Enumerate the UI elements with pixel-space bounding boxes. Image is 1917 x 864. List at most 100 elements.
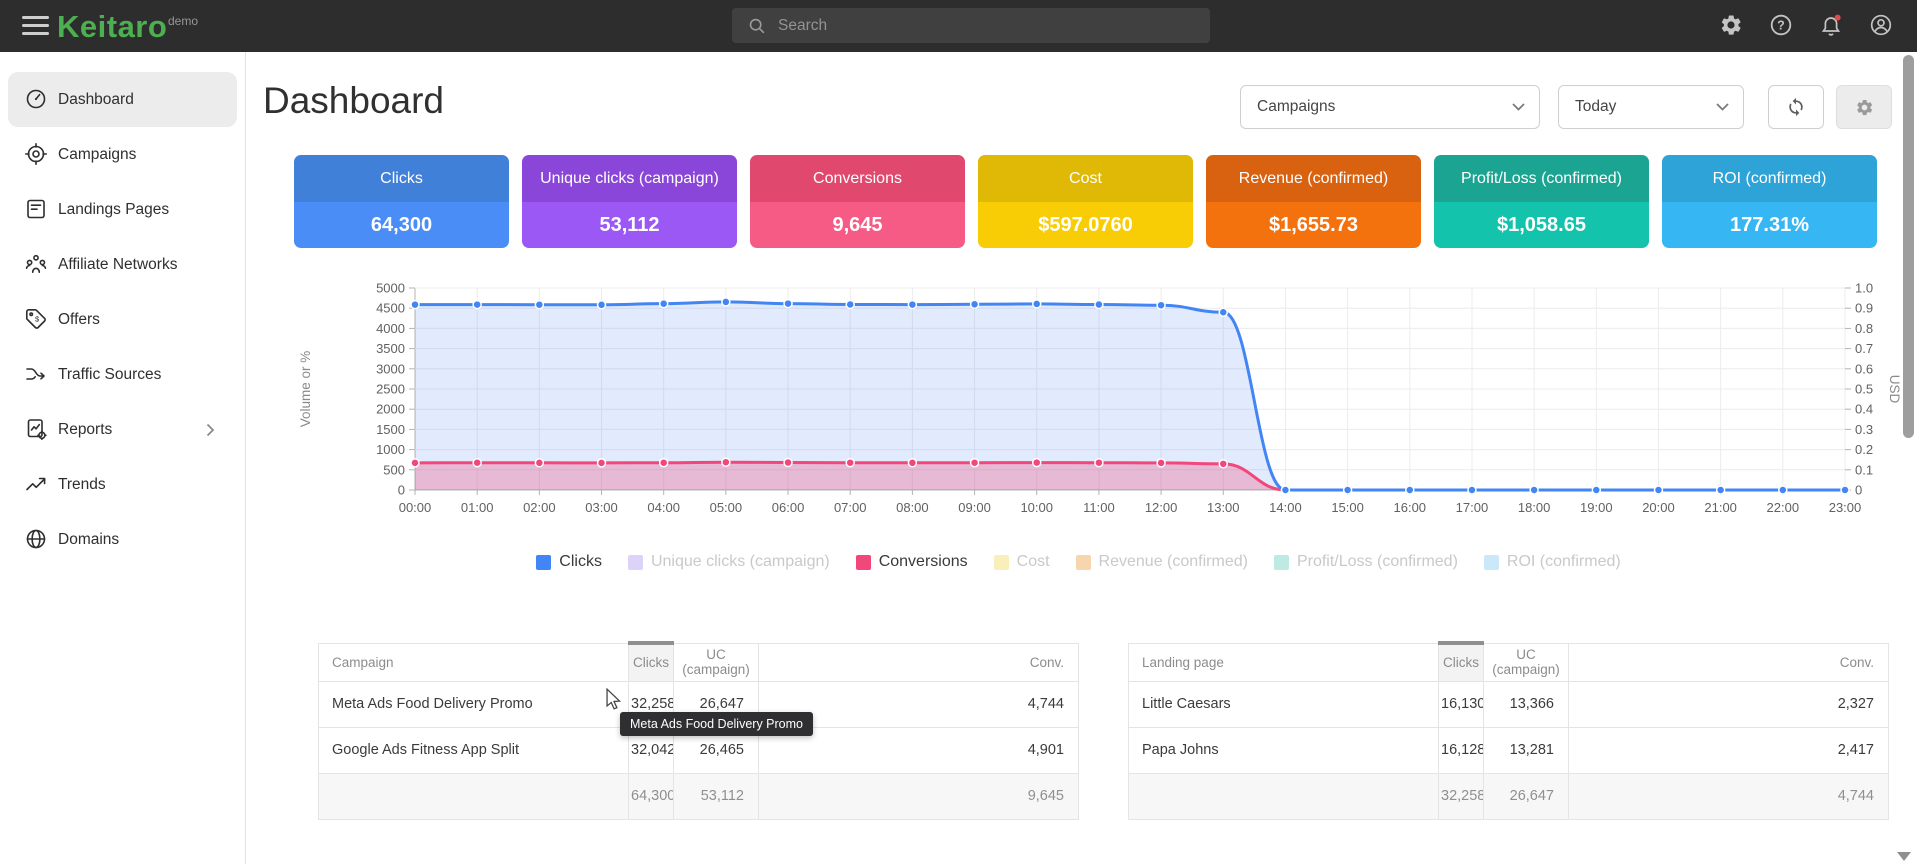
sidebar-item-domains[interactable]: Domains [8, 512, 237, 567]
metric-cards: Clicks64,300Unique clicks (campaign)53,1… [294, 155, 1877, 248]
scroll-down-icon[interactable] [1897, 852, 1911, 861]
svg-text:4000: 4000 [376, 321, 405, 336]
logo[interactable]: Keitaro [57, 9, 167, 45]
legend-label: Revenue (confirmed) [1099, 553, 1248, 571]
chevron-down-icon [1512, 103, 1525, 111]
column-header-uc-campaign[interactable]: UC (campaign) [674, 643, 759, 681]
campaigns-icon [24, 142, 48, 166]
reports-icon [24, 417, 48, 441]
account-icon[interactable] [1869, 13, 1894, 39]
column-header-uc-campaign[interactable]: UC (campaign) [1484, 643, 1569, 681]
svg-text:0.9: 0.9 [1855, 301, 1873, 316]
sidebar-item-label: Landings Pages [58, 201, 169, 219]
svg-text:20:00: 20:00 [1642, 500, 1675, 515]
refresh-button[interactable] [1768, 85, 1824, 129]
metric-label: Cost [978, 155, 1193, 202]
legend-item-revenue-confirmed[interactable]: Revenue (confirmed) [1076, 553, 1248, 571]
column-header-conv[interactable]: Conv. [759, 643, 1079, 681]
totals-cell: 26,647 [1484, 773, 1569, 819]
column-header-clicks[interactable]: Clicks [629, 643, 674, 681]
svg-text:4500: 4500 [376, 301, 405, 316]
date-range-select[interactable]: Today [1558, 85, 1744, 129]
sidebar-item-traffic-sources[interactable]: Traffic Sources [8, 347, 237, 402]
column-header-campaign[interactable]: Campaign [319, 643, 629, 681]
metric-card-unique-clicks-campaign: Unique clicks (campaign)53,112 [522, 155, 737, 248]
totals-cell: 53,112 [674, 773, 759, 819]
sidebar-item-affiliate-networks[interactable]: Affiliate Networks [8, 237, 237, 292]
svg-text:0.4: 0.4 [1855, 402, 1873, 417]
metric-card-revenue-confirmed: Revenue (confirmed)$1,655.73 [1206, 155, 1421, 248]
help-icon[interactable]: ? [1769, 13, 1794, 39]
legend-item-profit-loss-confirmed[interactable]: Profit/Loss (confirmed) [1274, 553, 1458, 571]
svg-text:1.0: 1.0 [1855, 281, 1873, 296]
metric-value: $597.0760 [978, 202, 1193, 248]
legend-item-clicks[interactable]: Clicks [536, 553, 602, 571]
campaigns-filter-value: Campaigns [1257, 98, 1335, 116]
sidebar-item-label: Domains [58, 531, 119, 549]
totals-cell [319, 773, 629, 819]
totals-cell: 64,300 [629, 773, 674, 819]
legend-swatch [856, 555, 871, 570]
trends-icon [24, 472, 48, 496]
landings-icon [24, 197, 48, 221]
column-header-conv[interactable]: Conv. [1569, 643, 1889, 681]
sidebar-item-offers[interactable]: $Offers [8, 292, 237, 347]
sidebar-item-label: Campaigns [58, 146, 136, 164]
legend-swatch [1076, 555, 1091, 570]
sidebar-item-campaigns[interactable]: Campaigns [8, 127, 237, 182]
legend-swatch [1484, 555, 1499, 570]
dashboard-icon [24, 87, 48, 111]
table-cell: Little Caesars [1129, 681, 1439, 727]
chevron-right-icon [206, 423, 215, 437]
metric-label: Clicks [294, 155, 509, 202]
svg-text:02:00: 02:00 [523, 500, 556, 515]
sidebar-item-trends[interactable]: Trends [8, 457, 237, 512]
svg-text:08:00: 08:00 [896, 500, 929, 515]
table-row[interactable]: Little Caesars16,13013,3662,327 [1129, 681, 1889, 727]
table-row[interactable]: Papa Johns16,12813,2812,417 [1129, 727, 1889, 773]
svg-text:06:00: 06:00 [772, 500, 805, 515]
legend-label: ROI (confirmed) [1507, 553, 1621, 571]
totals-cell: 4,744 [1569, 773, 1889, 819]
table-cell: 13,281 [1484, 727, 1569, 773]
table-cell: Google Ads Fitness App Split [319, 727, 629, 773]
svg-text:19:00: 19:00 [1580, 500, 1613, 515]
legend-label: Unique clicks (campaign) [651, 553, 830, 571]
metric-value: $1,655.73 [1206, 202, 1421, 248]
totals-row: 32,25826,6474,744 [1129, 773, 1889, 819]
column-header-landing-page[interactable]: Landing page [1129, 643, 1439, 681]
svg-text:0: 0 [398, 483, 405, 498]
totals-cell [1129, 773, 1439, 819]
metric-label: Profit/Loss (confirmed) [1434, 155, 1649, 202]
metric-card-clicks: Clicks64,300 [294, 155, 509, 248]
landings-table: Landing pageClicksUC (campaign)Conv.Litt… [1128, 641, 1889, 820]
legend-item-roi-confirmed[interactable]: ROI (confirmed) [1484, 553, 1621, 571]
svg-text:3500: 3500 [376, 341, 405, 356]
search-input[interactable]: Search [732, 8, 1210, 43]
column-header-clicks[interactable]: Clicks [1439, 643, 1484, 681]
campaigns-filter-select[interactable]: Campaigns [1240, 85, 1540, 129]
svg-text:USD: USD [1887, 375, 1902, 404]
legend-label: Cost [1017, 553, 1050, 571]
sidebar-item-reports[interactable]: Reports [8, 402, 237, 457]
svg-text:0.3: 0.3 [1855, 422, 1873, 437]
legend-item-conversions[interactable]: Conversions [856, 553, 968, 571]
menu-icon[interactable] [22, 16, 49, 37]
metric-card-profit-loss-confirmed: Profit/Loss (confirmed)$1,058.65 [1434, 155, 1649, 248]
sidebar-item-landings-pages[interactable]: Landings Pages [8, 182, 237, 237]
svg-text:2000: 2000 [376, 402, 405, 417]
chevron-down-icon [1716, 103, 1729, 111]
sidebar-item-dashboard[interactable]: Dashboard [8, 72, 237, 127]
legend-item-cost[interactable]: Cost [994, 553, 1050, 571]
table-cell: 2,327 [1569, 681, 1889, 727]
gear-icon[interactable] [1719, 13, 1744, 39]
legend-item-unique-clicks-campaign[interactable]: Unique clicks (campaign) [628, 553, 830, 571]
dashboard-settings-button[interactable] [1836, 85, 1892, 129]
bell-icon[interactable] [1819, 13, 1844, 39]
svg-text:0: 0 [1855, 483, 1862, 498]
sidebar-item-label: Offers [58, 311, 100, 329]
svg-text:03:00: 03:00 [585, 500, 618, 515]
svg-text:13:00: 13:00 [1207, 500, 1240, 515]
scrollbar-thumb[interactable] [1903, 55, 1914, 438]
svg-text:10:00: 10:00 [1020, 500, 1053, 515]
